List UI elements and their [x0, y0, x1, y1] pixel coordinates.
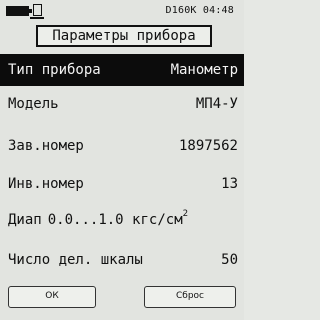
row-label: Число дел. шкалы — [8, 252, 143, 268]
range-unit-superscript: 2 — [182, 209, 189, 219]
clock-time: 04:48 — [202, 5, 234, 16]
row-value: 50 — [221, 252, 238, 268]
row-value: Манометр — [170, 62, 238, 78]
ok-button[interactable]: ОК — [8, 286, 96, 308]
row-inventory-number[interactable]: Инв.номер 13 — [0, 168, 244, 200]
row-device-type[interactable]: Тип прибора Манометр — [0, 54, 244, 86]
status-bar: D160K 04:48 — [0, 0, 244, 22]
range-unit: кгс/см — [132, 212, 183, 228]
reset-button[interactable]: Сброс — [144, 286, 236, 308]
row-label: Тип прибора — [8, 62, 101, 78]
range-separator: ... — [73, 212, 99, 228]
device-icon — [30, 4, 44, 19]
range-from: 0.0 — [47, 212, 74, 228]
page-title: Параметры прибора — [36, 25, 212, 47]
device-code: D160K — [165, 5, 197, 16]
row-label: Инв.номер — [8, 176, 84, 192]
row-label: Модель — [8, 96, 59, 112]
row-model[interactable]: Модель МП4-У — [0, 88, 244, 120]
range-to: 1.0 — [98, 212, 124, 228]
battery-icon — [6, 6, 32, 16]
row-scale-divisions[interactable]: Число дел. шкалы 50 — [0, 244, 244, 276]
row-serial-number[interactable]: Зав.номер 1897562 — [0, 130, 244, 162]
row-range[interactable]: Диап 0.0... 1.0 кгс/см 2 — [0, 204, 244, 236]
row-value: 13 — [221, 176, 238, 192]
row-value: 1897562 — [178, 138, 238, 154]
row-value: МП4-У — [195, 96, 238, 112]
status-text: D160K 04:48 — [166, 5, 234, 16]
range-label: Диап — [8, 212, 42, 228]
device-parameters-screen: D160K 04:48 Параметры прибора Тип прибор… — [0, 0, 244, 320]
row-label: Зав.номер — [8, 138, 84, 154]
